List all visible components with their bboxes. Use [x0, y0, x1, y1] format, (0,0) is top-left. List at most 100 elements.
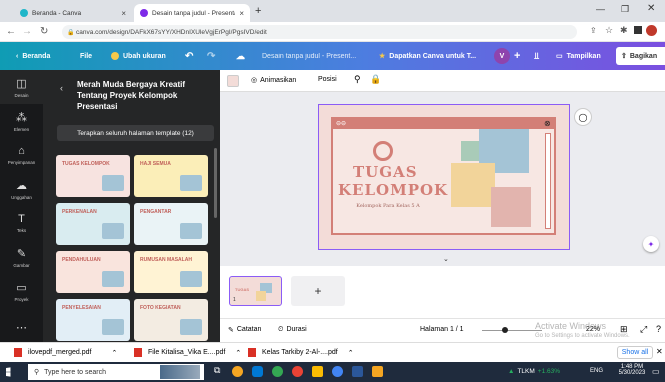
- notification-icon[interactable]: ▭: [652, 367, 660, 376]
- download-item[interactable]: Kelas Tarkiby 2-Al-....pdf ⌃: [248, 348, 354, 357]
- share-page-icon[interactable]: ⇪: [590, 26, 597, 35]
- chevron-up-icon[interactable]: ⌃: [111, 349, 117, 357]
- template-panel: ‹ Merah Muda Bergaya Kreatif Tentang Pro…: [43, 70, 227, 342]
- template-thumbnail[interactable]: FOTO KEGIATAN: [134, 299, 208, 341]
- rail-item-elements[interactable]: ⁂ Elemen: [0, 104, 43, 138]
- template-thumbnail[interactable]: PENDAHULUAN: [56, 251, 130, 293]
- extensions-icon[interactable]: ✱: [620, 25, 628, 36]
- panel-scrollbar[interactable]: [214, 148, 217, 218]
- zoom-slider-handle[interactable]: [502, 327, 508, 333]
- url-field[interactable]: 🔒 canva.com/design/DAFkX67sYY/XHDnIXUleV…: [62, 25, 577, 39]
- template-thumbnail[interactable]: TUGAS KELOMPOK: [56, 155, 130, 197]
- crown-icon: ★: [379, 53, 386, 60]
- file-explorer-icon[interactable]: [312, 366, 323, 377]
- template-thumb-decor: [180, 319, 202, 335]
- magic-assist-icon[interactable]: ✦: [643, 236, 659, 252]
- rail-item-more[interactable]: ⋯: [0, 310, 43, 344]
- pdf-icon: [248, 348, 256, 357]
- page-indicator[interactable]: Halaman 1 / 1: [420, 326, 464, 333]
- task-view-icon[interactable]: ⧉: [214, 365, 220, 376]
- bookmark-star-icon[interactable]: ☆: [605, 25, 613, 36]
- search-highlight-image: [160, 365, 200, 379]
- language-indicator[interactable]: ENG: [590, 368, 603, 374]
- undo-icon[interactable]: ↶: [185, 42, 193, 70]
- animate-button[interactable]: ◎ Animasikan: [251, 76, 296, 85]
- home-button[interactable]: ‹ Beranda: [16, 42, 50, 70]
- scroll-down-icon[interactable]: ⌄: [443, 255, 449, 263]
- app-icon-3[interactable]: [332, 366, 343, 377]
- file-menu[interactable]: File: [80, 42, 92, 70]
- rail-item-text[interactable]: T Teks: [0, 206, 43, 240]
- rail-item-projects[interactable]: ▭ Proyek: [0, 274, 43, 308]
- chevron-up-icon[interactable]: ⌃: [348, 349, 354, 357]
- close-downloads-icon[interactable]: ✕: [656, 347, 663, 356]
- redo-icon[interactable]: ↷: [207, 42, 215, 70]
- reload-icon[interactable]: ↻: [40, 26, 48, 37]
- tab-desain[interactable]: Desain tanpa judul - Presentasi ×: [134, 4, 250, 22]
- forward-icon[interactable]: →: [22, 26, 32, 37]
- background-color-swatch[interactable]: [227, 75, 239, 87]
- help-icon[interactable]: ?: [656, 324, 661, 334]
- template-thumbnail[interactable]: HAJI SEMUA: [134, 155, 208, 197]
- close-tab-icon[interactable]: ×: [121, 9, 126, 18]
- slide-title-line2: KELOMPOK: [338, 181, 449, 199]
- windows-start-icon[interactable]: [6, 367, 11, 377]
- template-thumbnail[interactable]: RUMUSAN MASALAH: [134, 251, 208, 293]
- resize-button[interactable]: Ubah ukuran: [111, 42, 166, 70]
- template-thumbnail[interactable]: PENGANTAR: [134, 203, 208, 245]
- notes-button[interactable]: ✎ Catatan: [228, 326, 261, 334]
- edge-icon[interactable]: [252, 366, 263, 377]
- download-item[interactable]: ilovepdf_merged.pdf ⌃: [14, 348, 117, 357]
- word-icon[interactable]: [352, 366, 363, 377]
- rail-item-design[interactable]: ◫ Desain: [0, 70, 43, 104]
- rail-item-draw[interactable]: ✎ Gambar: [0, 240, 43, 274]
- lock-element-icon[interactable]: 🔒: [370, 74, 381, 85]
- chrome-icon[interactable]: [272, 366, 283, 377]
- apply-all-button[interactable]: Terapkan seluruh halaman template (12): [57, 125, 214, 141]
- page-thumb-title: TUGAS: [235, 287, 249, 292]
- profile-avatar[interactable]: [646, 25, 657, 36]
- clock[interactable]: 1:48 PM 5/30/2023: [616, 364, 648, 376]
- comment-icon[interactable]: ◯: [574, 108, 592, 126]
- paint-format-icon[interactable]: ⚲: [354, 74, 361, 85]
- cloud-save-icon[interactable]: ☁: [236, 42, 245, 70]
- position-button[interactable]: Posisi: [318, 76, 337, 83]
- download-item[interactable]: File Kitalisa_Vika E....pdf ⌃: [134, 348, 241, 357]
- analytics-icon[interactable]: ⫫: [534, 42, 539, 70]
- close-tab-icon[interactable]: ×: [239, 9, 244, 18]
- maximize-icon[interactable]: ❐: [621, 4, 629, 15]
- sidebar-icon[interactable]: [634, 26, 642, 34]
- back-chevron-icon[interactable]: ‹: [60, 83, 63, 93]
- chevron-up-icon[interactable]: ⌃: [235, 349, 241, 357]
- back-icon[interactable]: ←: [6, 26, 16, 37]
- chevron-left-icon: ‹: [16, 52, 19, 60]
- new-tab-button[interactable]: +: [255, 5, 261, 17]
- present-button[interactable]: ▭ Tampilkan: [556, 42, 601, 70]
- add-page-button[interactable]: +: [291, 276, 345, 306]
- show-all-button[interactable]: Show all: [617, 346, 653, 359]
- activate-windows-subtext: Go to Settings to activate Windows.: [535, 333, 630, 339]
- share-button[interactable]: ⇧ Bagikan: [616, 47, 665, 65]
- template-thumbnail[interactable]: PERKENALAN: [56, 203, 130, 245]
- minimize-icon[interactable]: —: [596, 4, 605, 14]
- rail-item-storage[interactable]: ⌂ Penyimpanan: [0, 138, 43, 172]
- rail-item-uploads[interactable]: ☁ Unggahan: [0, 172, 43, 206]
- add-people-icon[interactable]: +: [514, 42, 520, 70]
- upgrade-button[interactable]: ★ Dapatkan Canva untuk T...: [379, 42, 476, 70]
- app-icon-1[interactable]: [232, 366, 243, 377]
- slide-canvas[interactable]: ⊖⊖ ⊗ TUGAS KELOMPOK Kelompok Para Kelas …: [318, 104, 570, 250]
- user-avatar[interactable]: V: [494, 48, 510, 64]
- app-icon-4[interactable]: [372, 366, 383, 377]
- design-title[interactable]: Desain tanpa judul - Present...: [262, 42, 356, 70]
- stock-ticker[interactable]: ▲ TLKM +1.63%: [508, 368, 560, 375]
- duration-button[interactable]: ⏲ Durasi: [278, 326, 307, 334]
- tab-beranda[interactable]: Beranda - Canva ×: [14, 4, 132, 22]
- download-name: Kelas Tarkiby 2-Al-....pdf: [262, 349, 338, 356]
- close-window-icon[interactable]: ✕: [647, 3, 655, 14]
- template-thumbnail[interactable]: PENYELESAIAN: [56, 299, 130, 341]
- app-icon-2[interactable]: [292, 366, 303, 377]
- template-thumb-label: PERKENALAN: [62, 209, 97, 215]
- fullscreen-icon[interactable]: ⤢: [640, 324, 647, 335]
- page-thumbnail[interactable]: TUGAS 1: [229, 276, 282, 306]
- zoom-slider-track[interactable]: [482, 330, 542, 331]
